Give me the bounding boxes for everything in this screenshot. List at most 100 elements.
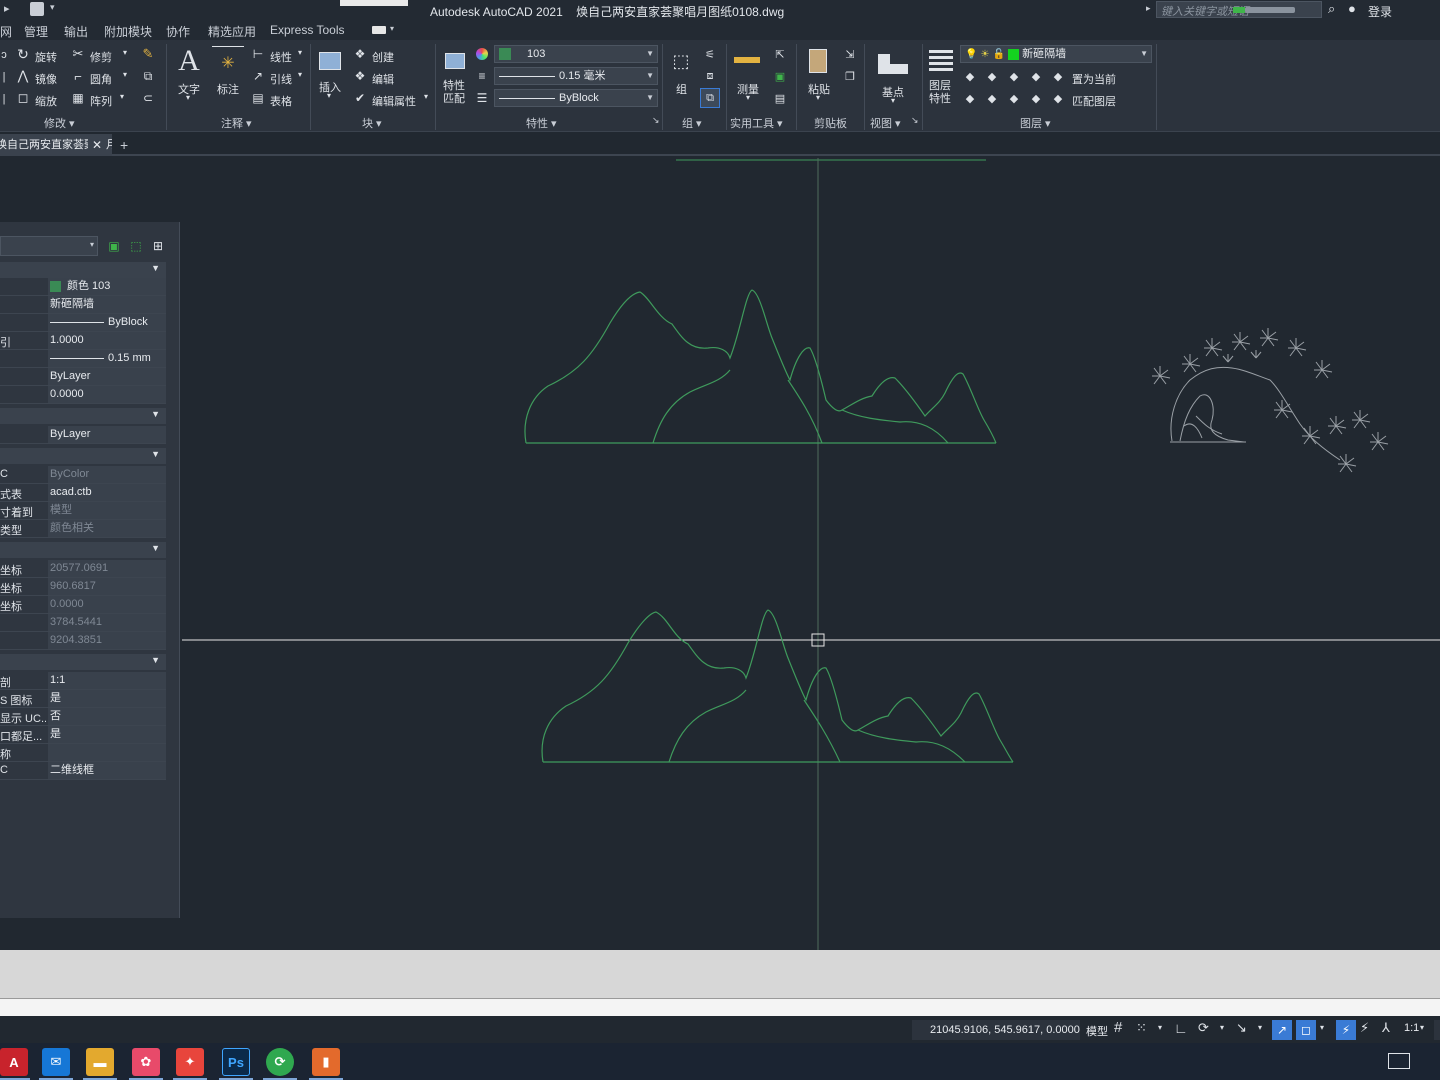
properties-panel-label[interactable]: 特性 ▾ bbox=[526, 115, 557, 131]
object-snap-tracking-icon[interactable]: ↗ bbox=[1272, 1020, 1292, 1040]
trim-button[interactable]: 修剪 bbox=[90, 49, 112, 65]
layer-tool-4-icon[interactable]: ◆ bbox=[1028, 68, 1044, 84]
section-header-view[interactable]: ▼ bbox=[0, 542, 166, 558]
property-row[interactable]: 式表 acad.ctb bbox=[0, 484, 166, 502]
customize-icon[interactable] bbox=[1434, 1020, 1440, 1040]
copy-clip-icon[interactable]: ❐ bbox=[842, 68, 858, 84]
edit-block-button[interactable]: 编辑 bbox=[372, 71, 394, 87]
osnap-dropdown-icon[interactable]: ▾ bbox=[1320, 1023, 1324, 1032]
id-point-icon[interactable]: ⇱ bbox=[772, 46, 788, 62]
folder-icon[interactable]: ▬ bbox=[86, 1048, 114, 1076]
snap-dropdown-icon[interactable]: ▾ bbox=[1158, 1023, 1162, 1032]
menu-item-featured-apps[interactable]: 精选应用 bbox=[208, 23, 256, 40]
property-row[interactable]: 剖 1:1 bbox=[0, 672, 166, 690]
create-block-icon[interactable]: ❖ bbox=[352, 46, 368, 62]
match-properties-icon[interactable] bbox=[440, 46, 470, 76]
paste-dropdown-icon[interactable]: ▾ bbox=[816, 93, 820, 102]
linear-dropdown-icon[interactable]: ▾ bbox=[298, 48, 302, 57]
cut-icon[interactable]: ⇲ bbox=[842, 46, 858, 62]
browser-icon[interactable]: ⟳ bbox=[266, 1048, 294, 1076]
clipboard-panel-label[interactable]: 剪贴板 bbox=[814, 115, 847, 131]
property-row[interactable]: 引 1.0000 bbox=[0, 332, 166, 350]
command-line-input[interactable] bbox=[0, 998, 1440, 1016]
menu-item-collaborate[interactable]: 协作 bbox=[166, 23, 190, 40]
add-tab-icon[interactable]: + bbox=[120, 137, 128, 153]
layer-tool-6-icon[interactable]: ◆ bbox=[984, 90, 1000, 106]
drawing-svg[interactable] bbox=[0, 158, 1440, 950]
menu-item-0[interactable]: 网 bbox=[0, 23, 12, 40]
match-layer-icon[interactable]: ◆ bbox=[1050, 90, 1066, 106]
qat-arrow-icon[interactable]: ▸ bbox=[4, 2, 18, 16]
layer-properties-button[interactable]: 图层 特性 bbox=[929, 80, 951, 106]
edit-attributes-button[interactable]: 编辑属性 bbox=[372, 93, 416, 109]
calculator-icon[interactable]: ▤ bbox=[772, 90, 788, 106]
ortho-icon[interactable]: ∟ bbox=[1174, 1020, 1188, 1036]
search-icon[interactable]: ⌕ bbox=[1328, 1, 1335, 17]
search-expand-icon[interactable]: ▸ bbox=[1146, 3, 1151, 14]
snap-icon[interactable]: ⁙ bbox=[1136, 1020, 1147, 1036]
photoshop-icon[interactable]: Ps bbox=[222, 1048, 250, 1076]
insert-icon[interactable] bbox=[314, 46, 346, 76]
plot-icon[interactable] bbox=[30, 2, 44, 16]
property-row[interactable]: 口都足... 是 bbox=[0, 726, 166, 744]
property-row[interactable]: 显示 UC... 否 bbox=[0, 708, 166, 726]
drawing-canvas[interactable] bbox=[0, 158, 1440, 950]
section-header-general[interactable]: ▼ bbox=[0, 262, 166, 278]
match-layer-button[interactable]: 匹配图层 bbox=[1072, 93, 1116, 109]
layer-tool-1-icon[interactable]: ◆ bbox=[962, 68, 978, 84]
group-icon[interactable]: ⬚ bbox=[666, 46, 696, 76]
scale-icon[interactable]: ◻ bbox=[15, 90, 31, 106]
model-space-button[interactable]: 模型 bbox=[1086, 1023, 1108, 1039]
property-row[interactable]: 坐标 20577.0691 bbox=[0, 560, 166, 578]
layer-properties-icon[interactable] bbox=[926, 46, 956, 76]
annotation-visibility-icon[interactable]: ⚡ bbox=[1336, 1020, 1356, 1040]
modify-panel-label[interactable]: 修改 ▾ bbox=[44, 115, 75, 131]
block-panel-label[interactable]: 块 ▾ bbox=[362, 115, 382, 131]
explode-icon[interactable]: ⧉ bbox=[140, 68, 156, 84]
property-row[interactable]: 坐标 0.0000 bbox=[0, 596, 166, 614]
table-icon[interactable]: ▤ bbox=[250, 90, 266, 106]
edit-attributes-icon[interactable]: ✔ bbox=[352, 90, 368, 106]
autocad-icon[interactable]: A bbox=[0, 1048, 28, 1076]
base-view-icon[interactable] bbox=[876, 50, 910, 78]
utilities-panel-label[interactable]: 实用工具 ▾ bbox=[730, 115, 783, 131]
mail-icon[interactable]: ✉ bbox=[42, 1048, 70, 1076]
auto-scale-icon[interactable]: ⚡ bbox=[1360, 1020, 1369, 1036]
coordinates-readout[interactable]: 21045.9106, 545.9617, 0.0000 bbox=[912, 1020, 1080, 1040]
property-row[interactable]: S 图标是 bbox=[0, 690, 166, 708]
match-properties-button[interactable]: 特性 匹配 bbox=[443, 80, 465, 106]
stretch-icon[interactable]: | bbox=[0, 92, 8, 106]
menu-item-output[interactable]: 输出 bbox=[64, 23, 88, 40]
group-button[interactable]: 组 bbox=[676, 81, 687, 97]
property-row[interactable]: 类型 颜色相关 bbox=[0, 520, 166, 538]
annotation-scale-value[interactable]: 1:1 bbox=[1404, 1022, 1419, 1034]
property-row[interactable]: ByLayer bbox=[0, 368, 166, 386]
linetype-dropdown[interactable]: ByBlock ▼ bbox=[494, 89, 658, 107]
app-icon[interactable]: ✦ bbox=[176, 1048, 204, 1076]
erase-icon[interactable]: ✎ bbox=[140, 46, 156, 62]
object-snap-icon[interactable]: ◻ bbox=[1296, 1020, 1316, 1040]
polar-dropdown-icon[interactable]: ▾ bbox=[1220, 1023, 1224, 1032]
measure-icon[interactable] bbox=[732, 48, 762, 72]
rotate-icon[interactable]: ↻ bbox=[15, 46, 31, 62]
linetype-icon[interactable]: ☰ bbox=[474, 90, 490, 106]
polar-icon[interactable]: ⟳ bbox=[1198, 1020, 1209, 1036]
workspace-dropdown-icon[interactable]: ▾ bbox=[390, 24, 394, 33]
login-button[interactable]: 登录 bbox=[1368, 3, 1392, 20]
layers-panel-label[interactable]: 图层 ▾ bbox=[1020, 115, 1051, 131]
layer-tool-2-icon[interactable]: ◆ bbox=[984, 68, 1000, 84]
table-button[interactable]: 表格 bbox=[270, 93, 292, 109]
property-row[interactable]: 3784.5441 bbox=[0, 614, 166, 632]
base-view-dropdown-icon[interactable]: ▾ bbox=[891, 96, 895, 105]
isodraft-icon[interactable]: ↘ bbox=[1236, 1020, 1247, 1036]
create-block-button[interactable]: 创建 bbox=[372, 49, 394, 65]
dimension-icon[interactable]: ✳ bbox=[212, 46, 244, 78]
property-row[interactable]: 颜色 103 bbox=[0, 278, 166, 296]
layer-tool-3-icon[interactable]: ◆ bbox=[1006, 68, 1022, 84]
property-row[interactable]: 新砸隔墙 bbox=[0, 296, 166, 314]
property-row[interactable]: C ByColor bbox=[0, 466, 166, 484]
trim-dropdown-icon[interactable]: ▾ bbox=[123, 48, 127, 57]
close-tab-icon[interactable]: ✕ bbox=[88, 134, 107, 156]
section-header-plot-style[interactable]: ▼ bbox=[0, 448, 166, 464]
property-row[interactable]: ByLayer bbox=[0, 426, 166, 444]
